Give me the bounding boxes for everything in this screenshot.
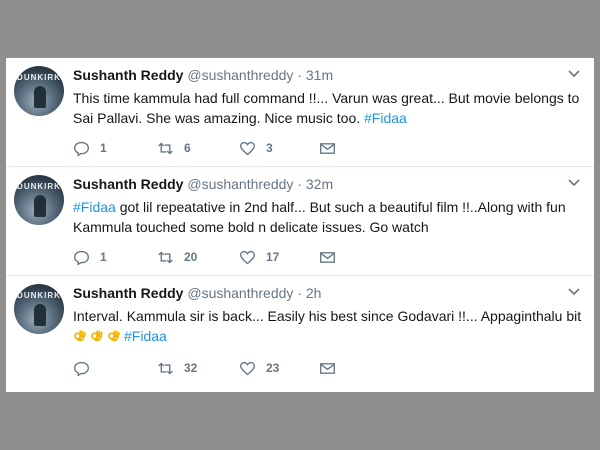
user-handle[interactable]: @sushanthreddy	[187, 176, 293, 192]
tweet-timestamp[interactable]: 31m	[306, 67, 333, 83]
heart-icon	[240, 141, 255, 155]
direct-message-button[interactable]	[319, 247, 336, 267]
tweet-text-body: Interval. Kammula sir is back... Easily …	[73, 308, 582, 324]
direct-message-button[interactable]	[319, 358, 336, 378]
ok-hand-emoji	[91, 330, 103, 342]
tweet[interactable]: DUNKIRK Sushanth Reddy @sushanthreddy · …	[6, 276, 594, 392]
like-count: 3	[266, 141, 273, 155]
avatar-figure	[34, 304, 46, 326]
ok-hand-emoji	[108, 330, 120, 342]
tweet[interactable]: DUNKIRK Sushanth Reddy @sushanthreddy · …	[6, 167, 594, 276]
like-button[interactable]: 17	[239, 247, 279, 267]
avatar-logo-text: DUNKIRK	[17, 73, 61, 82]
chevron-down-icon[interactable]	[568, 288, 580, 296]
retweet-icon	[158, 361, 173, 375]
like-button[interactable]: 23	[239, 358, 279, 378]
reply-count: 1	[100, 250, 107, 264]
tweet-text-body: got lil repeatative in 2nd half... But s…	[73, 199, 566, 235]
retweet-button[interactable]: 32	[157, 358, 197, 378]
tweet-timestamp[interactable]: 32m	[306, 176, 333, 192]
tweet-header: Sushanth Reddy @sushanthreddy · 31m	[73, 66, 333, 84]
retweet-count: 32	[184, 361, 198, 375]
avatar[interactable]: DUNKIRK	[14, 66, 64, 116]
reply-icon	[74, 250, 89, 265]
separator-dot: ·	[297, 67, 302, 83]
avatar-logo-text: DUNKIRK	[17, 182, 61, 191]
tweet-text: #Fidaa got lil repeatative in 2nd half..…	[73, 197, 583, 237]
retweet-count: 20	[184, 250, 198, 264]
envelope-icon	[320, 251, 335, 263]
display-name[interactable]: Sushanth Reddy	[73, 285, 183, 301]
tweet-timestamp[interactable]: 2h	[306, 285, 322, 301]
like-count: 23	[266, 361, 280, 375]
retweet-button[interactable]: 20	[157, 247, 197, 267]
user-handle[interactable]: @sushanthreddy	[187, 67, 293, 83]
display-name[interactable]: Sushanth Reddy	[73, 176, 183, 192]
reply-button[interactable]	[73, 358, 100, 378]
tweet-timeline: DUNKIRK Sushanth Reddy @sushanthreddy · …	[6, 58, 594, 392]
tweet-text: This time kammula had full command !!...…	[73, 88, 583, 128]
reply-button[interactable]: 1	[73, 138, 107, 158]
envelope-icon	[320, 362, 335, 374]
avatar-figure	[34, 195, 46, 217]
heart-icon	[240, 361, 255, 375]
separator-dot: ·	[297, 285, 302, 301]
hashtag-link[interactable]: #Fidaa	[364, 110, 407, 126]
reply-button[interactable]: 1	[73, 247, 107, 267]
tweet-text-body: This time kammula had full command !!...…	[73, 90, 580, 126]
user-handle[interactable]: @sushanthreddy	[187, 285, 293, 301]
tweet-header: Sushanth Reddy @sushanthreddy · 32m	[73, 175, 333, 193]
avatar-figure	[34, 86, 46, 108]
tweet-header: Sushanth Reddy @sushanthreddy · 2h	[73, 284, 321, 302]
retweet-button[interactable]: 6	[157, 138, 191, 158]
separator-dot: ·	[297, 176, 302, 192]
tweet-text: Interval. Kammula sir is back... Easily …	[73, 306, 583, 346]
chevron-down-icon[interactable]	[568, 179, 580, 187]
retweet-icon	[158, 250, 173, 264]
like-button[interactable]: 3	[239, 138, 273, 158]
envelope-icon	[320, 142, 335, 154]
reply-icon	[74, 141, 89, 156]
direct-message-button[interactable]	[319, 138, 336, 158]
retweet-count: 6	[184, 141, 191, 155]
like-count: 17	[266, 250, 280, 264]
retweet-icon	[158, 141, 173, 155]
heart-icon	[240, 250, 255, 264]
hashtag-link[interactable]: #Fidaa	[124, 328, 167, 344]
reply-count: 1	[100, 141, 107, 155]
tweet[interactable]: DUNKIRK Sushanth Reddy @sushanthreddy · …	[6, 58, 594, 167]
reply-icon	[74, 361, 89, 376]
chevron-down-icon[interactable]	[568, 70, 580, 78]
hashtag-link[interactable]: #Fidaa	[73, 199, 116, 215]
avatar-logo-text: DUNKIRK	[17, 291, 61, 300]
avatar[interactable]: DUNKIRK	[14, 284, 64, 334]
ok-hand-emoji	[74, 330, 86, 342]
avatar[interactable]: DUNKIRK	[14, 175, 64, 225]
display-name[interactable]: Sushanth Reddy	[73, 67, 183, 83]
